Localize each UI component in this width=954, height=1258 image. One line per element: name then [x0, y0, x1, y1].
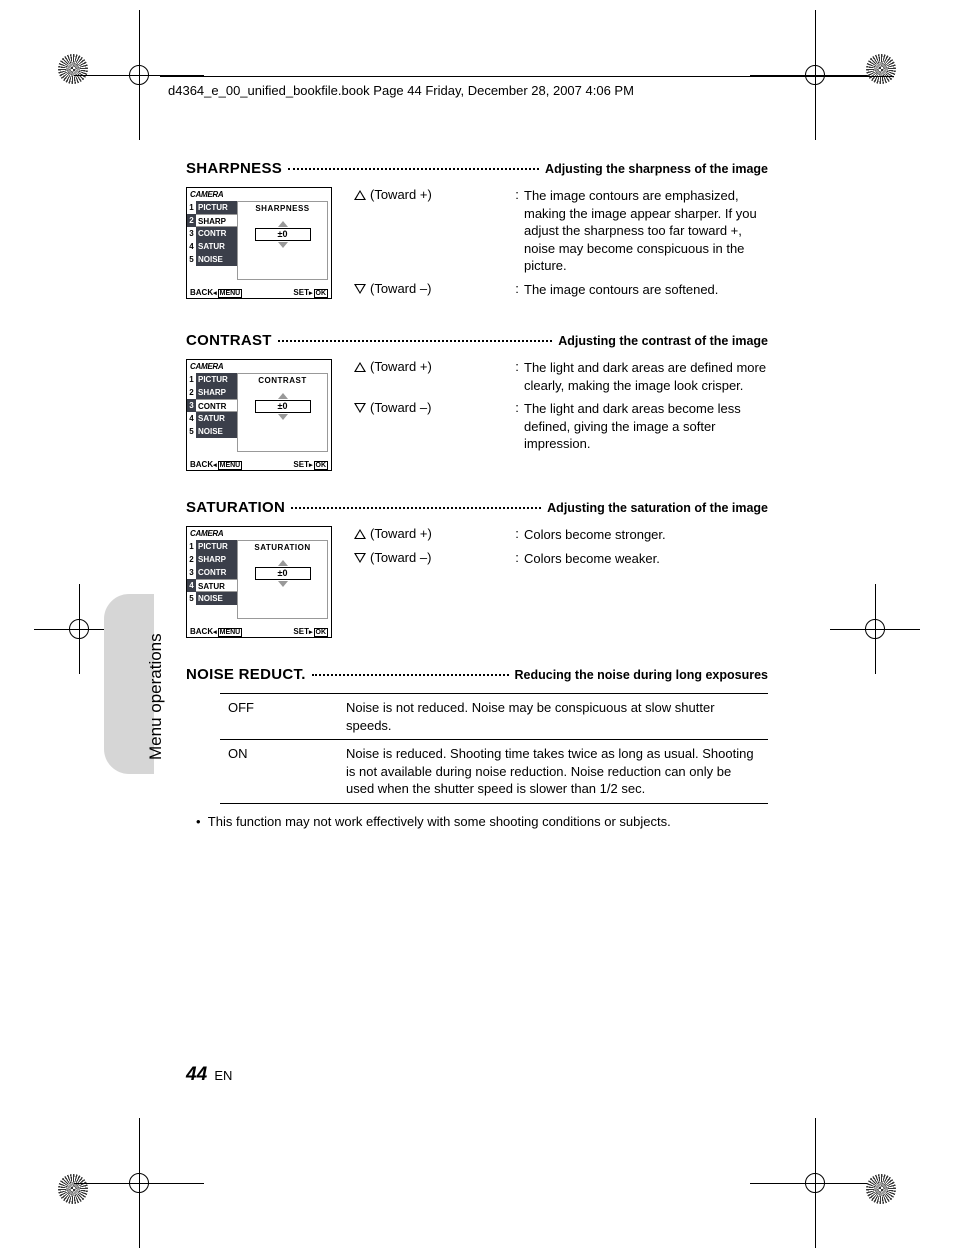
- crop-mark: [114, 50, 164, 100]
- colon: :: [510, 550, 524, 568]
- leader-dots: [288, 168, 539, 170]
- crop-ornament: [866, 1174, 896, 1204]
- page-content: SHARPNESS Adjusting the sharpness of the…: [186, 160, 768, 857]
- option-desc: Noise is not reduced. Noise may be consp…: [338, 694, 768, 740]
- option-key: OFF: [220, 694, 338, 740]
- crop-mark: [54, 604, 104, 654]
- description-text: The light and dark areas are defined mor…: [524, 359, 768, 394]
- camera-menu-figure: CAMERA 1PICTUR2SHARP3CONTR4SATUR5NOISE S…: [186, 187, 332, 299]
- camera-menu-figure: CAMERA 1PICTUR2SHARP3CONTR4SATUR5NOISE S…: [186, 526, 332, 638]
- description-text: Colors become stronger.: [524, 526, 768, 544]
- section-title: SHARPNESS: [186, 160, 282, 177]
- crop-mark: [790, 50, 840, 100]
- direction-label: (Toward –): [370, 281, 431, 296]
- description-text: The image contours are softened.: [524, 281, 768, 299]
- table-row: ON Noise is reduced. Shooting time takes…: [220, 740, 768, 804]
- section-saturation: SATURATION Adjusting the saturation of t…: [186, 499, 768, 638]
- section-title: CONTRAST: [186, 332, 272, 349]
- triangle-down-icon: [354, 553, 366, 563]
- triangle-up-icon: [354, 529, 366, 539]
- colon: :: [510, 187, 524, 275]
- section-noise-reduct: NOISE REDUCT. Reducing the noise during …: [186, 666, 768, 829]
- page-lang: EN: [214, 1068, 232, 1083]
- section-sharpness: SHARPNESS Adjusting the sharpness of the…: [186, 160, 768, 304]
- crop-mark: [850, 604, 900, 654]
- crop-ornament: [866, 54, 896, 84]
- table-row: OFF Noise is not reduced. Noise may be c…: [220, 694, 768, 740]
- section-subtitle: Reducing the noise during long exposures: [515, 668, 769, 682]
- crop-ornament: [58, 1174, 88, 1204]
- section-contrast: CONTRAST Adjusting the contrast of the i…: [186, 332, 768, 471]
- source-header: d4364_e_00_unified_bookfile.book Page 44…: [168, 83, 634, 98]
- camera-menu-figure: CAMERA 1PICTUR2SHARP3CONTR4SATUR5NOISE C…: [186, 359, 332, 471]
- colon: :: [510, 400, 524, 453]
- description-text: The image contours are emphasized, makin…: [524, 187, 768, 275]
- noise-reduction-table: OFF Noise is not reduced. Noise may be c…: [220, 693, 768, 804]
- direction-label: (Toward +): [370, 526, 432, 541]
- section-subtitle: Adjusting the saturation of the image: [547, 501, 768, 515]
- section-tab-label: Menu operations: [146, 633, 166, 760]
- crop-mark: [114, 1158, 164, 1208]
- colon: :: [510, 359, 524, 394]
- option-key: ON: [220, 740, 338, 804]
- triangle-up-icon: [354, 362, 366, 372]
- triangle-down-icon: [354, 284, 366, 294]
- section-title: SATURATION: [186, 499, 285, 516]
- colon: :: [510, 281, 524, 299]
- crop-ornament: [58, 54, 88, 84]
- footnote: • This function may not work effectively…: [196, 814, 768, 829]
- option-desc: Noise is reduced. Shooting time takes tw…: [338, 740, 768, 804]
- page-footer: 44 EN: [186, 1064, 232, 1086]
- header-rule: [160, 76, 894, 77]
- section-title: NOISE REDUCT.: [186, 666, 306, 683]
- section-subtitle: Adjusting the sharpness of the image: [545, 162, 768, 176]
- direction-label: (Toward –): [370, 400, 431, 415]
- leader-dots: [291, 507, 541, 509]
- triangle-down-icon: [354, 403, 366, 413]
- direction-label: (Toward –): [370, 550, 431, 565]
- description-text: Colors become weaker.: [524, 550, 768, 568]
- direction-label: (Toward +): [370, 187, 432, 202]
- crop-mark: [790, 1158, 840, 1208]
- triangle-up-icon: [354, 190, 366, 200]
- leader-dots: [312, 674, 509, 676]
- direction-label: (Toward +): [370, 359, 432, 374]
- colon: :: [510, 526, 524, 544]
- description-text: The light and dark areas become less def…: [524, 400, 768, 453]
- section-subtitle: Adjusting the contrast of the image: [558, 334, 768, 348]
- page-number: 44: [186, 1064, 207, 1085]
- leader-dots: [278, 340, 553, 342]
